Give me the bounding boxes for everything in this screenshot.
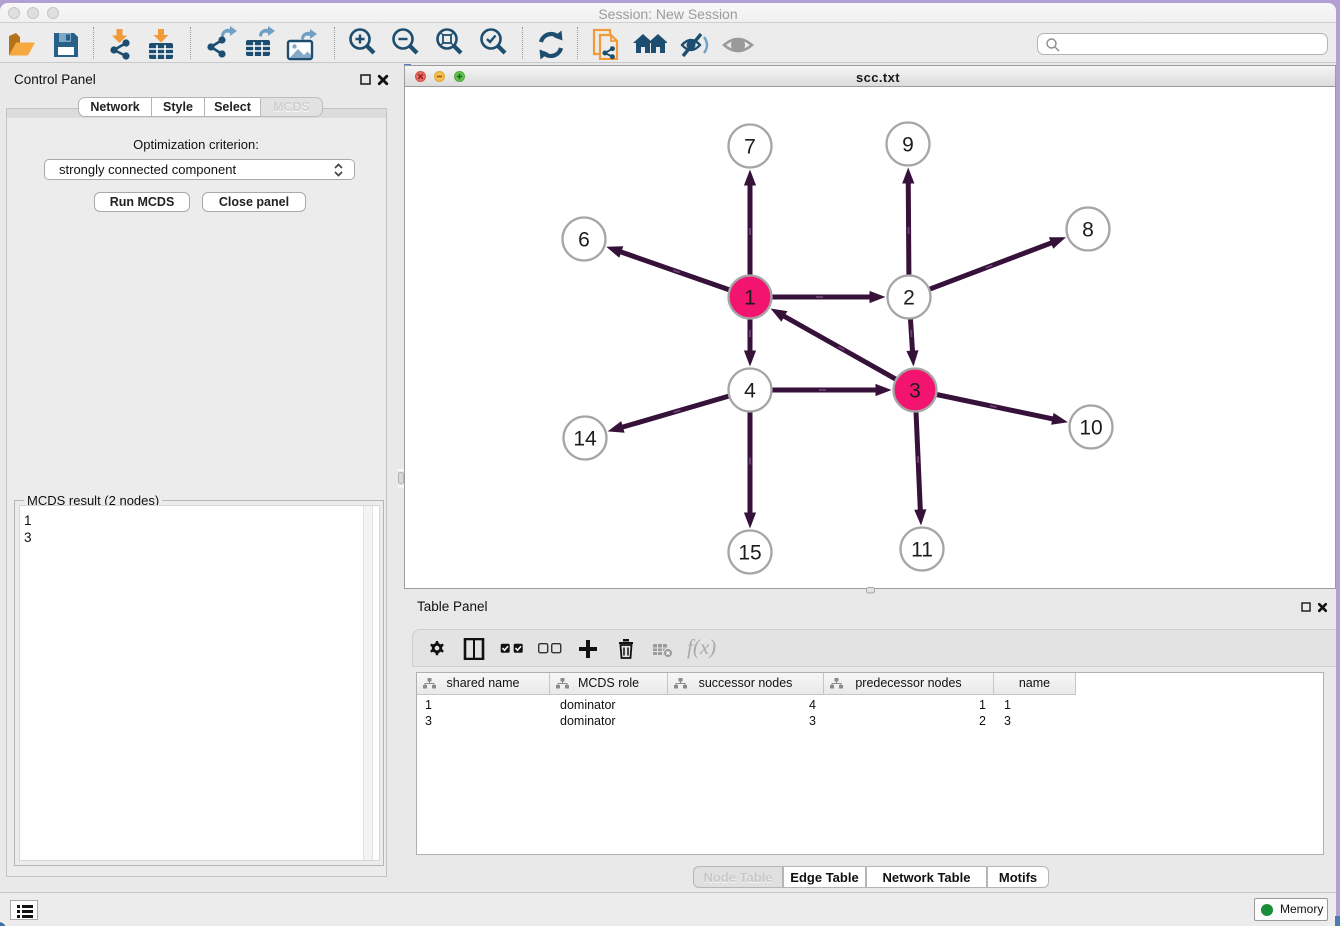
svg-text:9: 9 (902, 134, 914, 157)
svg-text:15: 15 (738, 542, 761, 565)
svg-text:1: 1 (744, 287, 756, 310)
svg-text:7: 7 (744, 136, 756, 159)
svg-text:3: 3 (909, 380, 921, 403)
svg-text:6: 6 (578, 229, 590, 252)
svg-text:2: 2 (903, 287, 915, 310)
svg-text:10: 10 (1079, 417, 1102, 440)
svg-text:14: 14 (573, 428, 597, 451)
svg-text:4: 4 (744, 380, 756, 403)
svg-text:11: 11 (911, 539, 933, 562)
svg-text:8: 8 (1082, 219, 1094, 242)
